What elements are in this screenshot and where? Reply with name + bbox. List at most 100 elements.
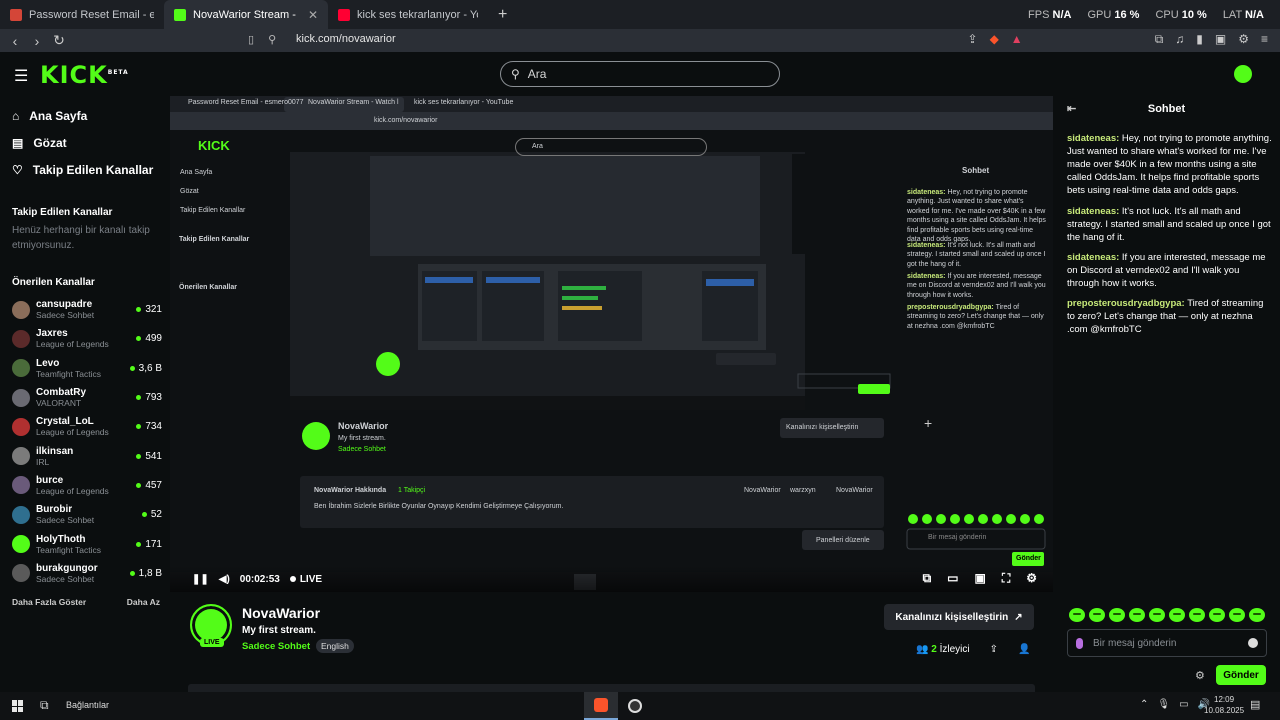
chat-settings-icon[interactable]: ⚙ xyxy=(1195,669,1205,682)
embedded-edit-panels: Panelleri düzenle xyxy=(816,537,870,544)
emote-icon[interactable] xyxy=(1189,608,1205,622)
channel-item[interactable]: CombatRy VALORANT 793 xyxy=(0,383,170,412)
channel-item[interactable]: Levo Teamfight Tactics 3,6 B xyxy=(0,354,170,383)
nav-following[interactable]: ♡ Takip Edilen Kanallar xyxy=(0,156,170,183)
theater-icon[interactable]: ▣ xyxy=(974,571,985,586)
show-more-button[interactable]: Daha Fazla Göster xyxy=(12,597,86,607)
channel-avatar-icon xyxy=(12,300,30,319)
brave-shield-icon[interactable]: ◆ xyxy=(990,32,999,47)
sidebar-toggle-icon[interactable]: ▮ xyxy=(1196,32,1203,47)
browser-tab-youtube[interactable]: kick ses tekrarlanıyor - YouTube xyxy=(328,0,488,29)
close-tab-icon[interactable]: ✕ xyxy=(308,8,318,22)
emoji-icon[interactable] xyxy=(1248,638,1258,648)
channel-avatar-icon xyxy=(12,564,30,583)
emote-icon[interactable] xyxy=(1089,608,1105,622)
embedded-about-title: NovaWarior Hakkında xyxy=(314,487,387,494)
crosshair-cursor-icon: + xyxy=(924,415,933,431)
emote-icon[interactable] xyxy=(1249,608,1265,622)
task-view-icon[interactable]: ⧉ xyxy=(40,698,49,713)
emote-icon[interactable] xyxy=(1069,608,1085,622)
chat-username[interactable]: sidateneas: xyxy=(1067,252,1119,263)
settings-icon[interactable]: ⚙ xyxy=(1026,571,1037,586)
collapse-chat-icon[interactable]: ⇤ xyxy=(1067,102,1076,115)
reload-icon[interactable]: ↻ xyxy=(48,32,70,49)
emote-icon[interactable] xyxy=(1229,608,1245,622)
wallet-icon[interactable]: ▣ xyxy=(1215,32,1226,47)
channel-name[interactable]: NovaWarior xyxy=(242,605,320,621)
hamburger-menu-icon[interactable]: ☰ xyxy=(14,66,28,86)
browse-icon: ▤ xyxy=(12,135,24,150)
share-icon[interactable]: ⇪ xyxy=(990,644,998,655)
user-avatar[interactable] xyxy=(1234,65,1252,83)
nav-browse[interactable]: ▤ Gözat xyxy=(0,129,170,156)
chevron-up-icon[interactable]: ⌃ xyxy=(1140,699,1148,710)
emote-icon[interactable] xyxy=(1109,608,1125,622)
forward-icon[interactable]: › xyxy=(26,33,48,49)
fullscreen-icon[interactable]: ⛶ xyxy=(1002,571,1010,586)
media-icon[interactable]: ♫ xyxy=(1175,32,1184,47)
stream-category[interactable]: Sadece Sohbet xyxy=(242,641,310,652)
channel-item[interactable]: burce League of Legends 457 xyxy=(0,471,170,500)
new-tab-button[interactable]: + xyxy=(488,6,517,24)
follow-user-icon[interactable]: 👤 xyxy=(1018,644,1030,655)
embedded-logo: KICK xyxy=(198,138,230,153)
chat-username[interactable]: sidateneas: xyxy=(1067,133,1119,144)
rewards-icon[interactable]: ▲ xyxy=(1011,32,1023,47)
pip-icon[interactable]: ⧉ xyxy=(923,571,932,586)
menu-icon[interactable]: ≡ xyxy=(1261,32,1268,47)
search-input[interactable]: ⚲ Ara xyxy=(500,61,780,87)
video-player[interactable]: Password Reset Email - esmero0077 NovaWa… xyxy=(170,96,1053,592)
browser-tab-kick[interactable]: NovaWarior Stream - Watch L ✕ xyxy=(164,0,328,29)
taskbar-brave[interactable] xyxy=(584,692,618,720)
channel-item[interactable]: Crystal_LoL League of Legends 734 xyxy=(0,412,170,441)
embedded-chat-message: preposterousdryadbgypa: Tired of streami… xyxy=(907,304,1044,330)
site-info-icon[interactable]: ⚲ xyxy=(268,33,276,46)
back-icon[interactable]: ‹ xyxy=(4,33,26,49)
clip-icon[interactable]: ▭ xyxy=(947,571,958,586)
emote-icon[interactable] xyxy=(1209,608,1225,622)
live-dot-icon xyxy=(136,424,142,430)
mic-tray-icon[interactable]: 🎙 xyxy=(1157,699,1170,710)
embedded-followers: 1 Takipçi xyxy=(398,487,426,494)
live-dot-icon xyxy=(136,307,142,313)
channel-category: Sadece Sohbet xyxy=(36,515,95,526)
channel-item[interactable]: burakgungor Sadece Sohbet 1,8 B xyxy=(0,559,170,588)
channel-item[interactable]: Jaxres League of Legends 499 xyxy=(0,324,170,353)
nav-home[interactable]: ⌂ Ana Sayfa xyxy=(0,102,170,129)
windows-start-icon[interactable] xyxy=(12,700,24,712)
channel-item[interactable]: HolyThoth Teamfight Tactics 171 xyxy=(0,529,170,558)
share-icon[interactable]: ⇪ xyxy=(968,32,978,47)
customize-channel-button[interactable]: Kanalınızı kişiselleştirin ↗ xyxy=(884,604,1034,630)
address-bar[interactable]: kick.com/novawarior xyxy=(296,33,396,45)
channel-info: Levo Teamfight Tactics xyxy=(36,358,124,379)
microphone-icon[interactable] xyxy=(1076,637,1083,649)
taskbar-label[interactable]: Bağlantılar xyxy=(66,700,109,710)
embedded-stream-title: My first stream. xyxy=(338,435,386,442)
channel-item[interactable]: ilkinsan IRL 541 xyxy=(0,441,170,470)
emote-icon[interactable] xyxy=(1149,608,1165,622)
extensions-icon[interactable]: ⧉ xyxy=(1155,32,1164,47)
taskbar-obs[interactable] xyxy=(618,692,652,720)
send-button[interactable]: Gönder xyxy=(1216,665,1266,685)
language-tag[interactable]: English xyxy=(316,639,354,653)
pause-icon[interactable]: ❚❚ xyxy=(192,574,209,585)
vpn-icon[interactable]: ⚙ xyxy=(1238,32,1249,47)
chat-username[interactable]: preposterousdryadbgypa: xyxy=(1067,298,1185,309)
embedded-recommended: Önerilen Kanallar xyxy=(179,284,237,291)
channel-item[interactable]: cansupadre Sadece Sohbet 321 xyxy=(0,295,170,324)
home-icon: ⌂ xyxy=(12,108,20,123)
network-icon[interactable]: ▭ xyxy=(1179,699,1188,710)
emote-icon[interactable] xyxy=(1169,608,1185,622)
system-clock[interactable]: 12:09 10.08.2025 xyxy=(1204,695,1244,717)
chat-input[interactable]: Bir mesaj gönderin xyxy=(1067,629,1267,657)
browser-tab-gmail[interactable]: Password Reset Email - esmero0077 xyxy=(0,0,164,29)
channel-item[interactable]: Burobir Sadece Sohbet 52 xyxy=(0,500,170,529)
chat-username[interactable]: sidateneas: xyxy=(1067,206,1119,217)
show-less-button[interactable]: Daha Az xyxy=(127,597,160,607)
emote-icon[interactable] xyxy=(1129,608,1145,622)
notification-icon[interactable]: ▤ xyxy=(1250,698,1260,711)
embedded-tab-text: kick ses tekrarlanıyor - YouTube xyxy=(414,99,514,106)
bookmark-icon[interactable]: ▯ xyxy=(248,33,254,46)
kick-logo[interactable]: KICKBETA xyxy=(40,61,129,89)
volume-icon[interactable]: ◀) xyxy=(219,574,230,585)
